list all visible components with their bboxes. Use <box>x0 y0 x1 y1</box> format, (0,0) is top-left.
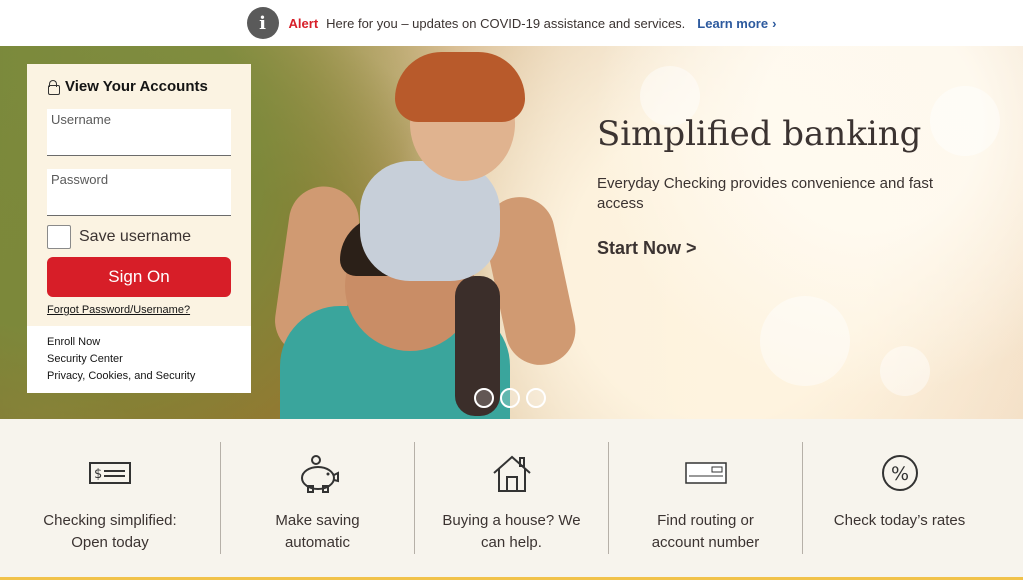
feature-strip: $ Checking simplified: Open today Make s… <box>0 419 1023 580</box>
feature-line: account number <box>651 534 760 551</box>
carousel-dot-1[interactable] <box>474 388 494 408</box>
security-center-link[interactable]: Security Center <box>47 351 231 368</box>
signon-panel: View Your Accounts Username Password Sav… <box>27 64 251 393</box>
alert-bar: i Alert Here for you – updates on COVID-… <box>0 0 1023 46</box>
piggy-bank-icon <box>296 450 340 496</box>
feature-text: Check today’s rates <box>834 510 965 532</box>
hero-photo-figure <box>360 161 500 281</box>
password-label: Password <box>51 172 109 187</box>
feature-line: automatic <box>284 534 351 551</box>
bokeh-light <box>760 296 850 386</box>
enroll-now-link[interactable]: Enroll Now <box>47 334 231 351</box>
forgot-password-link[interactable]: Forgot Password/Username? <box>47 304 231 316</box>
username-field[interactable]: Username <box>47 109 231 156</box>
feature-text: Find routing or account number <box>652 510 760 554</box>
feature-line: Buying a house? We <box>442 512 581 529</box>
feature-routing[interactable]: Find routing or account number <box>608 442 802 554</box>
feature-line: Checking simplified: <box>43 512 177 529</box>
feature-rates[interactable]: % Check today’s rates <box>802 442 996 554</box>
username-label: Username <box>51 112 111 127</box>
house-icon <box>491 450 533 496</box>
password-field[interactable]: Password <box>47 169 231 216</box>
percent-icon: % <box>880 450 920 496</box>
feature-text: Make saving automatic <box>275 510 359 554</box>
hero-photo-figure <box>395 52 525 122</box>
save-username-checkbox[interactable] <box>47 225 71 249</box>
sign-on-button[interactable]: Sign On <box>47 257 231 297</box>
check-icon <box>684 450 727 496</box>
signon-title-text: View Your Accounts <box>65 78 208 95</box>
feature-house[interactable]: Buying a house? We can help. <box>414 442 608 554</box>
carousel-dot-3[interactable] <box>526 388 546 408</box>
hero-title: Simplified banking <box>597 114 922 154</box>
chevron-right-icon: › <box>772 15 777 31</box>
privacy-link[interactable]: Privacy, Cookies, and Security <box>47 368 231 385</box>
signon-links: Enroll Now Security Center Privacy, Cook… <box>27 326 251 393</box>
password-input[interactable] <box>51 187 227 209</box>
carousel-indicators <box>474 388 546 408</box>
feature-line: Check today’s rates <box>833 512 966 529</box>
feature-line: Make saving <box>275 512 360 529</box>
alert-message: Here for you – updates on COVID-19 assis… <box>326 15 686 31</box>
feature-line: Open today <box>71 534 149 551</box>
svg-text:%: % <box>890 463 908 485</box>
learn-more-link[interactable]: Learn more › <box>697 16 776 31</box>
carousel-dot-2[interactable] <box>500 388 520 408</box>
save-username-row: Save username <box>47 225 231 249</box>
save-username-label[interactable]: Save username <box>79 228 191 246</box>
signon-form: View Your Accounts Username Password Sav… <box>27 64 251 326</box>
learn-more-label: Learn more <box>697 15 769 31</box>
feature-line: can help. <box>481 534 542 551</box>
lock-icon <box>47 79 60 95</box>
start-now-link[interactable]: Start Now > <box>597 238 697 259</box>
feature-text: Checking simplified: Open today <box>43 510 176 554</box>
feature-line: Find routing or <box>657 512 754 529</box>
hero-subtitle: Everyday Checking provides convenience a… <box>597 175 934 212</box>
username-input[interactable] <box>51 127 227 149</box>
feature-saving[interactable]: Make saving automatic <box>220 442 414 554</box>
alert-label: Alert <box>288 15 319 31</box>
bokeh-light <box>880 346 930 396</box>
feature-checking[interactable]: $ Checking simplified: Open today <box>0 442 220 554</box>
info-icon: i <box>246 7 279 39</box>
check-bill-icon: $ <box>89 450 131 496</box>
svg-text:$: $ <box>94 467 102 482</box>
feature-text: Buying a house? We can help. <box>442 510 580 554</box>
signon-title: View Your Accounts <box>47 78 231 95</box>
hero-copy: Simplified banking Everyday Checking pro… <box>597 114 977 259</box>
